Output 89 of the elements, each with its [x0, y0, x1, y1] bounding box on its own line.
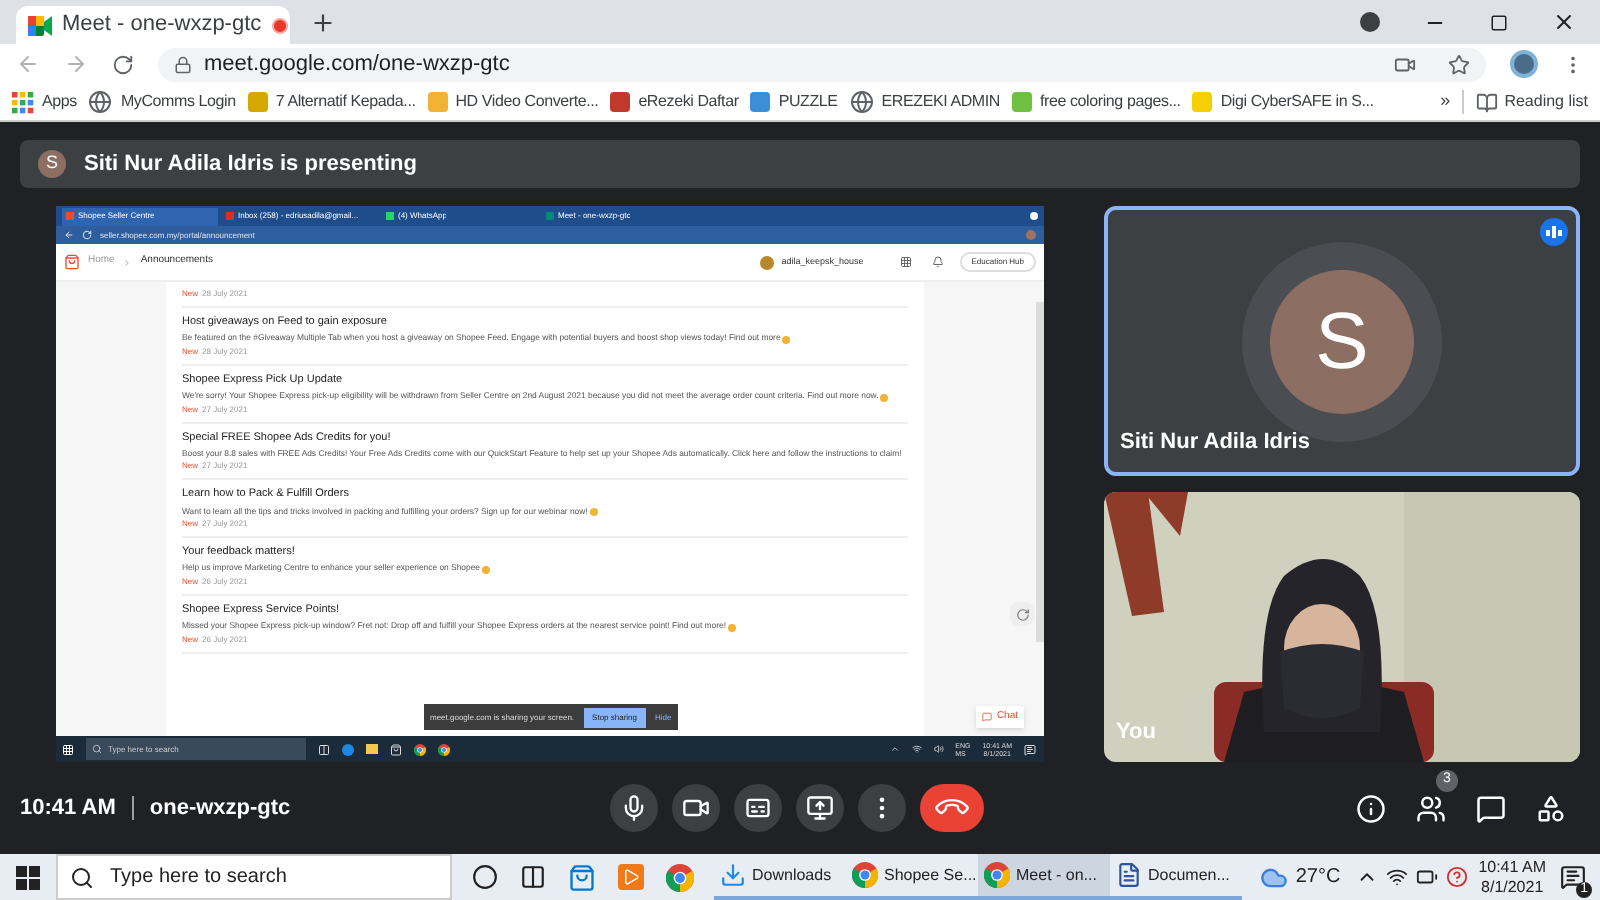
camera-icon	[682, 794, 710, 822]
people-icon	[1415, 793, 1445, 823]
clock-date[interactable]: 8/1/2021	[1481, 877, 1544, 897]
call-control-button[interactable]	[672, 784, 720, 832]
bookmark-link[interactable]: EREZEKI ADMIN	[881, 90, 1000, 114]
wifi-icon[interactable]	[911, 744, 922, 754]
download-icon	[720, 862, 746, 888]
shop-logo-icon	[64, 254, 80, 270]
document-icon	[1116, 862, 1142, 888]
meeting-time: 10:41 AM	[20, 793, 116, 824]
notifications-icon[interactable]	[1024, 743, 1036, 755]
cortana-icon[interactable]	[472, 864, 498, 890]
chat-icon	[1475, 793, 1505, 823]
meeting-code: one-wxzp-gtc	[149, 793, 291, 824]
bookmark-link[interactable]: MyComms Login	[120, 90, 236, 114]
search-icon	[70, 865, 94, 889]
temperature-text[interactable]: 27°C	[1295, 862, 1341, 892]
task-view-icon[interactable]	[520, 864, 546, 890]
camera-icon[interactable]	[1394, 53, 1416, 75]
network-icon[interactable]	[1386, 866, 1409, 888]
chrome-icon	[414, 743, 426, 755]
call-control-button[interactable]	[796, 784, 844, 832]
chat-icon	[982, 711, 993, 722]
bookmark-star-icon[interactable]	[1448, 53, 1470, 75]
new-tab-icon[interactable]	[310, 10, 336, 36]
bookmark-link[interactable]: PUZZLE	[778, 90, 838, 114]
bookmark-link[interactable]: HD Video Converte...	[455, 90, 599, 114]
speaking-indicator-icon	[1540, 218, 1568, 246]
side-panel-button[interactable]	[1352, 790, 1388, 826]
chrome-icon	[438, 743, 450, 755]
chrome-icon	[666, 863, 694, 891]
chrome-icon	[984, 862, 1010, 888]
back-icon[interactable]	[64, 230, 74, 240]
apps-grid-icon[interactable]	[899, 256, 912, 268]
apps-grid-icon	[12, 91, 34, 113]
activities-icon	[1535, 793, 1565, 823]
bookmark-link[interactable]: Digi CyberSAFE in S...	[1220, 90, 1374, 114]
cloud-icon[interactable]	[1259, 863, 1288, 891]
clock-time[interactable]: 10:41 AM	[1478, 857, 1546, 877]
reload-icon[interactable]	[112, 53, 134, 75]
start-icon[interactable]	[62, 743, 74, 755]
globe-icon	[88, 90, 113, 114]
restore-icon[interactable]	[1490, 13, 1508, 31]
reading-list-icon[interactable]	[1476, 91, 1499, 113]
tab-title: Meet - one-wxzp-gtc	[62, 10, 262, 41]
participant-name: You	[1116, 717, 1156, 747]
bookmark-link[interactable]: 7 Alternatif Kepada...	[275, 90, 416, 114]
url-text: meet.google.com/one-wxzp-gtc	[204, 49, 512, 80]
battery-icon[interactable]	[1416, 866, 1439, 888]
chrome-icon	[852, 862, 878, 888]
present-screen-icon	[806, 794, 834, 822]
bookmark-link[interactable]: free coloring pages...	[1040, 90, 1181, 114]
notification-bell-icon[interactable]	[931, 256, 944, 268]
globe-icon	[849, 90, 874, 114]
windows-logo-icon	[16, 865, 40, 889]
search-icon	[92, 744, 102, 754]
participant-name: Siti Nur Adila Idris	[1120, 427, 1310, 457]
participant-avatar: S	[1270, 269, 1414, 413]
taskbar-app-button[interactable]: Downloads	[714, 854, 846, 900]
close-window-icon[interactable]	[1552, 10, 1576, 34]
feedback-button[interactable]	[1010, 602, 1034, 626]
refresh-icon	[1015, 607, 1029, 621]
media-player-icon[interactable]	[618, 864, 644, 890]
call-control-button[interactable]	[858, 784, 906, 832]
taskbar-app-button[interactable]: Meet - on...	[978, 854, 1110, 900]
presenting-text: Siti Nur Adila Idris is presenting	[84, 149, 417, 180]
volume-icon[interactable]	[933, 744, 944, 754]
meet-logo-icon	[28, 15, 52, 35]
microphone-icon	[620, 794, 648, 822]
presenter-avatar: S	[38, 150, 66, 178]
bookmark-link[interactable]: eRezeki Daftar	[638, 90, 739, 114]
notifications-icon	[1559, 864, 1585, 890]
lock-icon	[174, 55, 192, 73]
leave-call-button[interactable]	[920, 784, 984, 832]
shop-avatar	[759, 255, 774, 269]
info-icon	[1355, 793, 1385, 823]
taskbar-app-button[interactable]: Documen...	[1110, 854, 1242, 900]
captions-icon	[744, 794, 772, 822]
profile-avatar[interactable]	[1510, 50, 1538, 78]
reading-list-link[interactable]: Reading list	[1504, 90, 1588, 114]
more-bookmarks-button[interactable]: »	[1440, 88, 1451, 116]
browser-tab[interactable]: Meet - one-wxzp-gtc	[16, 6, 290, 44]
address-bar[interactable]: meet.google.com/one-wxzp-gtc	[158, 47, 1486, 81]
chevron-icon	[122, 257, 133, 267]
bookmark-link[interactable]: Apps	[42, 90, 77, 114]
antivirus-icon[interactable]	[1446, 866, 1469, 888]
call-control-button[interactable]	[610, 784, 658, 832]
call-control-button[interactable]	[734, 784, 782, 832]
taskbar-search-field[interactable]: Type here to search	[56, 854, 452, 900]
